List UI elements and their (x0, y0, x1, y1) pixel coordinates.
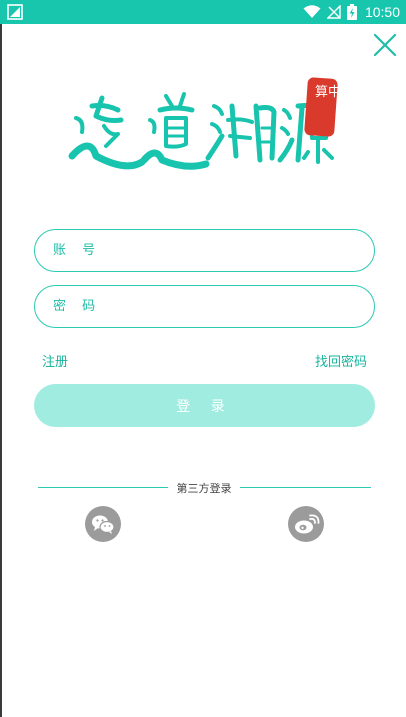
wechat-login-button[interactable] (85, 506, 121, 542)
status-icons: 10:50 (303, 0, 400, 24)
login-button[interactable]: 登 录 (34, 384, 375, 427)
divider-left (38, 487, 168, 488)
app-notification-icon (7, 4, 23, 20)
weibo-icon (295, 514, 320, 534)
weibo-login-button[interactable] (288, 506, 324, 542)
forgot-password-link[interactable]: 找回密码 (315, 351, 367, 370)
status-bar: 10:50 (0, 0, 406, 24)
battery-charging-icon (346, 4, 357, 20)
divider-right (240, 487, 371, 488)
register-link[interactable]: 注册 (42, 351, 68, 370)
wechat-icon (92, 515, 115, 534)
svg-text:算中體: 算中體 (315, 85, 340, 100)
status-time: 10:50 (364, 4, 400, 20)
screen-edge (0, 24, 2, 717)
password-field[interactable] (34, 285, 375, 328)
wifi-icon (303, 5, 321, 18)
password-input[interactable] (35, 286, 374, 327)
no-signal-icon (326, 5, 341, 19)
app-logo: 算中體 (68, 77, 340, 170)
account-field[interactable] (34, 229, 375, 272)
account-input[interactable] (35, 230, 374, 271)
close-icon[interactable] (372, 32, 398, 58)
third-party-login-label: 第三方登录 (176, 482, 232, 495)
